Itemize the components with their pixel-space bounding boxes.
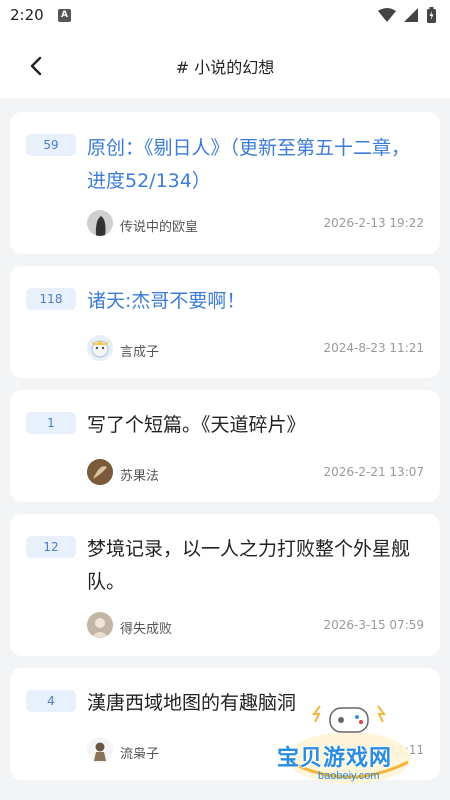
author-name[interactable]: 传说中的欧皇	[120, 216, 198, 235]
author-avatar[interactable]	[87, 335, 113, 361]
reply-count-badge: 59	[26, 134, 76, 156]
post-card[interactable]: 1 写了个短篇。《天道碎片》 苏果法 2026-2-21 13:07	[10, 390, 440, 502]
author-name[interactable]: 言成子	[120, 341, 159, 360]
site-watermark: 宝贝游戏网 baobeiy.com	[274, 700, 424, 790]
author-name[interactable]: 得失成败	[120, 618, 172, 637]
post-datetime: 2026-3-15 07:59	[323, 618, 425, 632]
post-card[interactable]: 118 诸天:杰哥不要啊！ 言成子 2024-8-23 11:21	[10, 266, 440, 378]
reply-count-badge: 118	[26, 288, 76, 310]
status-bar: 2:20 A	[0, 0, 450, 32]
battery-icon	[427, 7, 436, 23]
author-name[interactable]: 苏果法	[120, 465, 159, 484]
author-avatar[interactable]	[87, 459, 113, 485]
reply-count-badge: 1	[26, 412, 76, 434]
post-card[interactable]: 12 梦境记录，以一人之力打败整个外星舰队。 得失成败 2026-3-15 07…	[10, 514, 440, 656]
reply-count-badge: 4	[26, 690, 76, 712]
author-avatar[interactable]	[87, 612, 113, 638]
post-datetime: 2026-2-13 19:22	[323, 216, 425, 230]
status-time: 2:20	[10, 6, 44, 24]
signal-icon	[404, 7, 418, 22]
post-datetime: 2026-2-21 13:07	[323, 465, 425, 479]
wifi-icon	[378, 7, 396, 22]
reply-count-badge: 12	[26, 536, 76, 558]
post-title[interactable]: 诸天:杰哥不要啊！	[87, 285, 420, 318]
author-avatar[interactable]	[87, 737, 113, 763]
post-card[interactable]: 59 原创：《剔日人》（更新至第五十二章，进度52/134） 传说中的欧皇 20…	[10, 112, 440, 254]
post-title[interactable]: 原创：《剔日人》（更新至第五十二章，进度52/134）	[87, 132, 420, 198]
watermark-name: 宝贝游戏网	[277, 746, 393, 771]
notification-icon: A	[58, 9, 71, 22]
author-avatar[interactable]	[87, 210, 113, 236]
status-icons	[378, 7, 436, 23]
post-title[interactable]: 梦境记录，以一人之力打败整个外星舰队。	[87, 533, 420, 599]
page-title: # 小说的幻想	[175, 58, 275, 77]
post-datetime: 2024-8-23 11:21	[323, 341, 425, 355]
topic-header: # 小说的幻想	[0, 32, 450, 98]
author-name[interactable]: 流枭子	[120, 743, 159, 762]
watermark-url: baobeiy.com	[318, 770, 380, 782]
post-title[interactable]: 写了个短篇。《天道碎片》	[87, 409, 420, 442]
